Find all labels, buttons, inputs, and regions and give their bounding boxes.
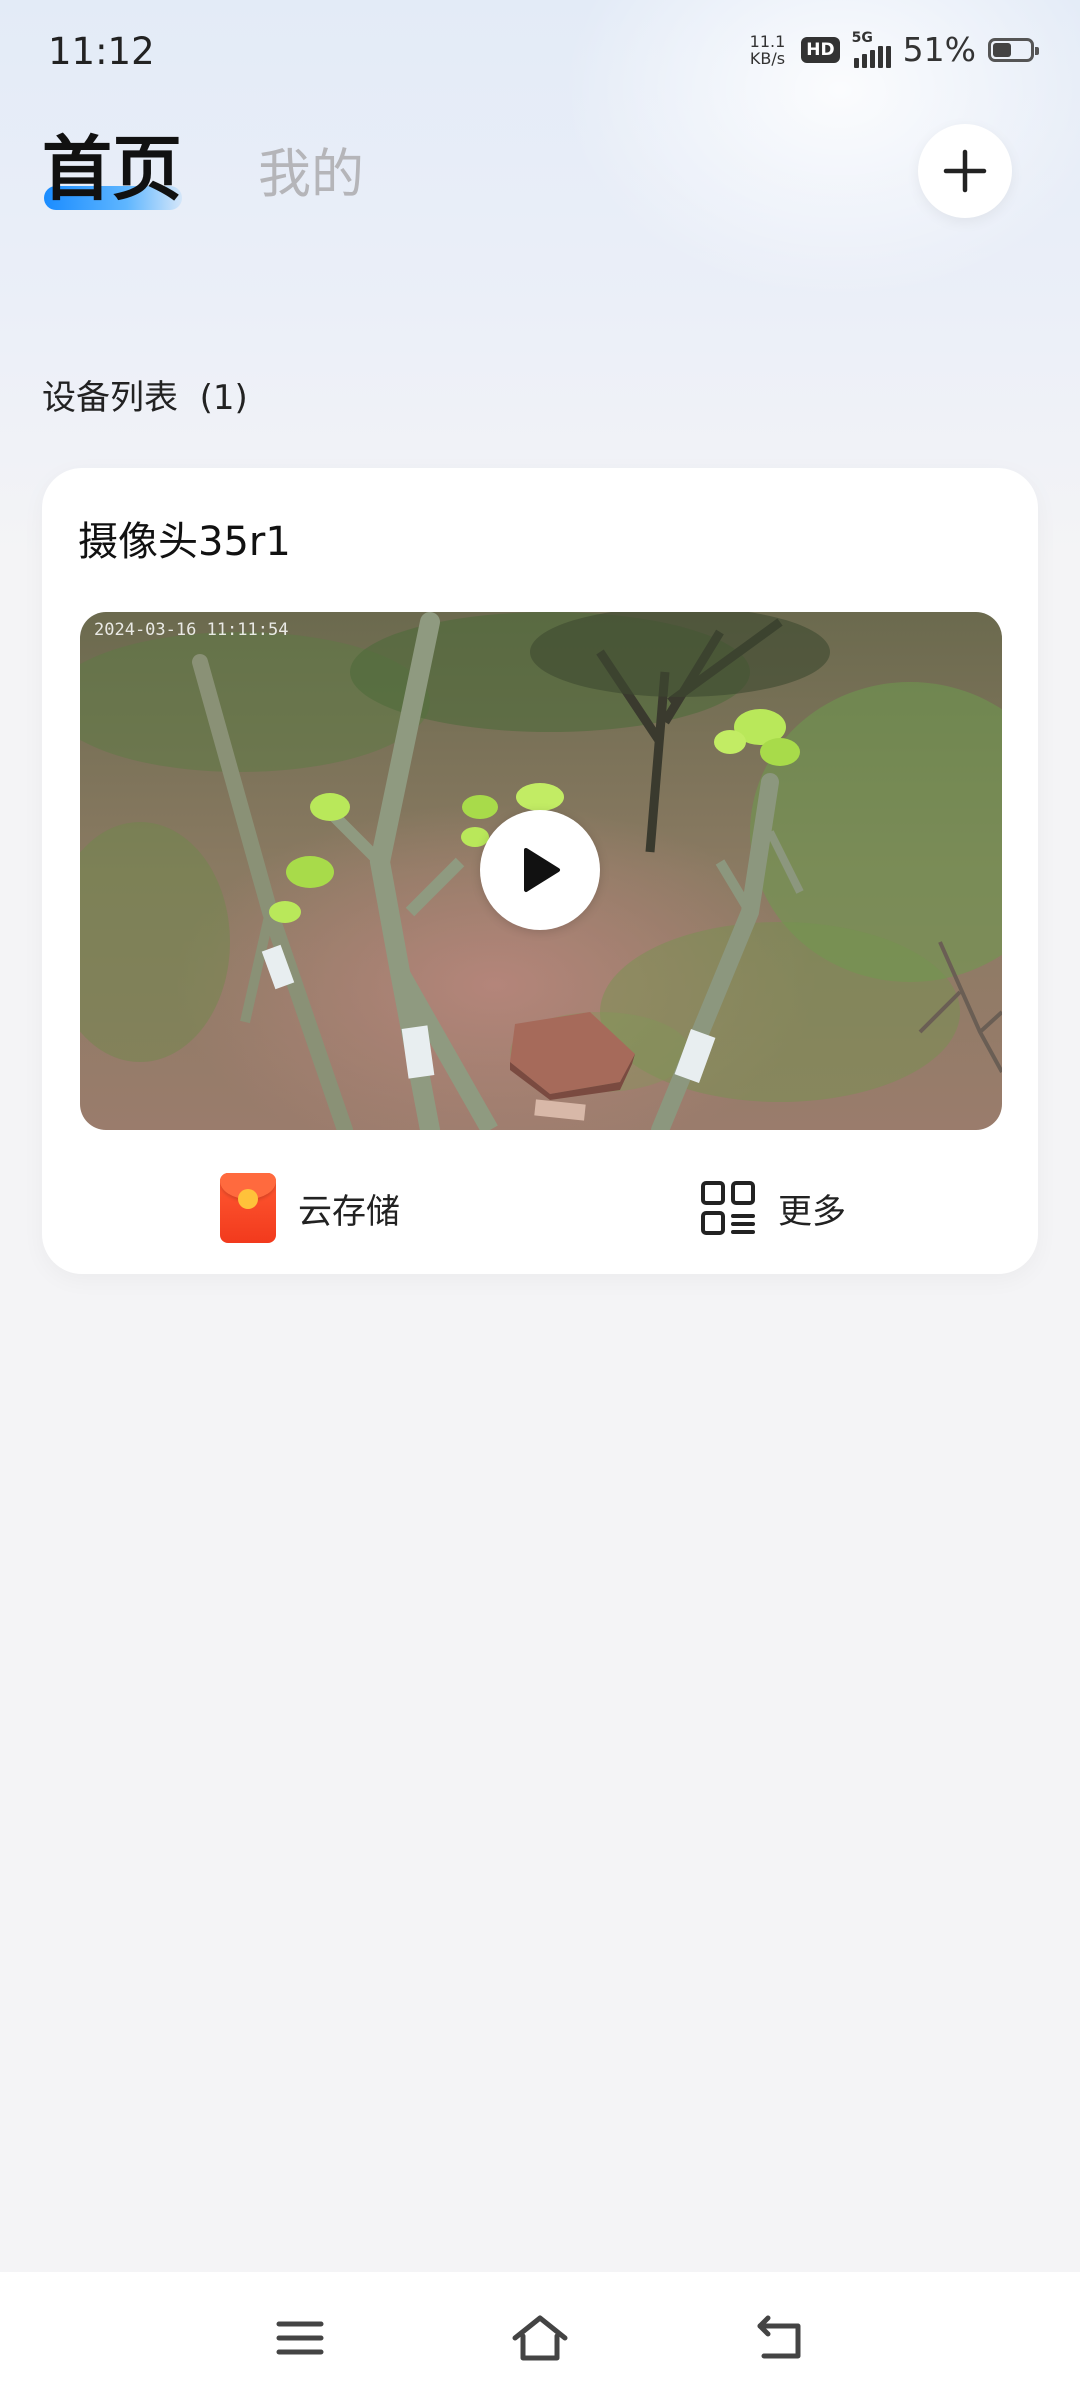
add-device-button[interactable] — [918, 124, 1012, 218]
device-card[interactable]: 摄像头35r1 2024-03-16 11:11:54 云存储 更多 — [42, 468, 1038, 1274]
play-button[interactable] — [480, 810, 600, 930]
tab-mine[interactable]: 我的 — [258, 140, 364, 210]
red-envelope-icon — [220, 1173, 276, 1243]
play-icon — [524, 848, 560, 892]
more-button[interactable]: 更多 — [700, 1168, 846, 1248]
camera-preview[interactable]: 2024-03-16 11:11:54 — [80, 612, 1002, 1130]
home-icon — [512, 2315, 568, 2361]
battery-percent: 51% — [902, 30, 976, 69]
device-list-title: 设备列表 (1) — [42, 374, 248, 422]
status-indicators: 11.1 KB/s HD 5G 51% — [750, 29, 1039, 69]
cloud-storage-button[interactable]: 云存储 — [220, 1168, 400, 1248]
back-icon — [757, 2315, 801, 2359]
device-actions: 云存储 更多 — [42, 1168, 1038, 1248]
device-name: 摄像头35r1 — [78, 519, 291, 565]
status-time: 11:12 — [48, 30, 155, 73]
device-list-label: 设备列表 — [42, 378, 178, 418]
status-bar: 11:12 11.1 KB/s HD 5G 51% — [0, 0, 1080, 110]
tab-home-label: 首页 — [42, 128, 182, 210]
grid-more-icon — [701, 1181, 755, 1235]
battery-fill — [993, 42, 1011, 57]
battery-icon — [988, 37, 1039, 62]
signal-icon: 5G — [851, 29, 891, 68]
nav-home-button[interactable] — [510, 2308, 570, 2368]
hd-badge: HD — [801, 36, 840, 63]
nav-menu-button[interactable] — [270, 2308, 330, 2368]
network-speed: 11.1 KB/s — [750, 33, 786, 67]
menu-icon — [276, 2321, 324, 2355]
cloud-storage-label: 云存储 — [298, 1191, 400, 1232]
network-speed-unit: KB/s — [749, 48, 786, 68]
video-timestamp: 2024-03-16 11:11:54 — [94, 620, 289, 640]
navigation-bar — [0, 2272, 1080, 2400]
network-speed-value: 11.1 — [749, 31, 786, 51]
tab-home[interactable]: 首页 — [42, 124, 182, 214]
device-count: (1) — [199, 378, 248, 418]
more-label: 更多 — [778, 1191, 846, 1232]
network-type: 5G — [851, 29, 873, 46]
plus-icon — [943, 149, 987, 193]
nav-back-button[interactable] — [750, 2308, 810, 2368]
